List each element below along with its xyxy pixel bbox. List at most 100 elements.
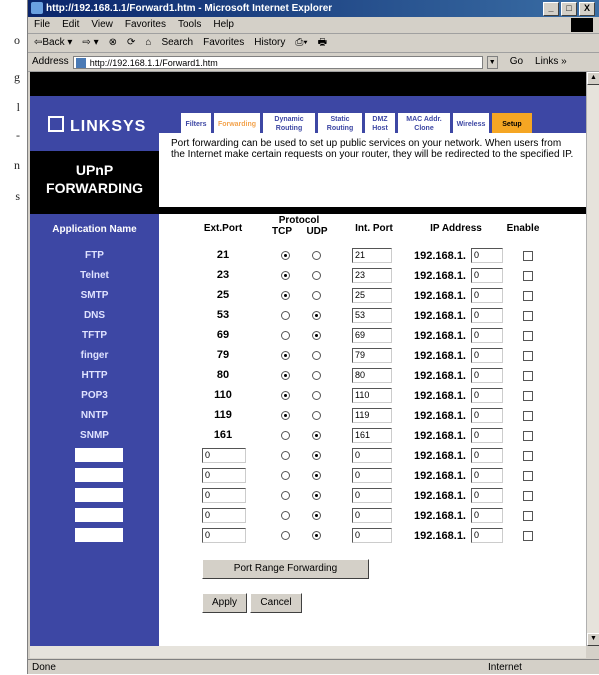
links-button[interactable]: Links »: [535, 53, 567, 71]
ext-port-input[interactable]: 0: [202, 528, 246, 543]
tab-static-routing[interactable]: Static Routing: [318, 113, 362, 135]
custom-app-name-input[interactable]: [75, 448, 123, 462]
udp-radio[interactable]: [312, 491, 321, 500]
udp-radio[interactable]: [312, 511, 321, 520]
menu-view[interactable]: View: [91, 17, 113, 33]
tcp-radio[interactable]: [281, 451, 290, 460]
int-port-input[interactable]: 79: [352, 348, 392, 363]
int-port-input[interactable]: 23: [352, 268, 392, 283]
udp-radio[interactable]: [312, 351, 321, 360]
tab-mac-clone[interactable]: MAC Addr. Clone: [398, 113, 450, 135]
favorites-button[interactable]: Favorites: [203, 34, 244, 52]
int-port-input[interactable]: 161: [352, 428, 392, 443]
tcp-radio[interactable]: [281, 411, 290, 420]
udp-radio[interactable]: [312, 411, 321, 420]
udp-radio[interactable]: [312, 311, 321, 320]
enable-checkbox[interactable]: [523, 411, 533, 421]
int-port-input[interactable]: 0: [352, 528, 392, 543]
print-icon[interactable]: 🖶: [318, 34, 327, 52]
enable-checkbox[interactable]: [523, 511, 533, 521]
menu-help[interactable]: Help: [213, 17, 234, 33]
tcp-radio[interactable]: [281, 371, 290, 380]
ip-last-octet-input[interactable]: 0: [471, 368, 503, 383]
tcp-radio[interactable]: [281, 471, 290, 480]
address-dropdown[interactable]: ▼: [486, 55, 498, 69]
tcp-radio[interactable]: [281, 351, 290, 360]
tcp-radio[interactable]: [281, 511, 290, 520]
ip-last-octet-input[interactable]: 0: [471, 348, 503, 363]
enable-checkbox[interactable]: [523, 391, 533, 401]
ip-last-octet-input[interactable]: 0: [471, 448, 503, 463]
udp-radio[interactable]: [312, 291, 321, 300]
udp-radio[interactable]: [312, 451, 321, 460]
enable-checkbox[interactable]: [523, 311, 533, 321]
ip-last-octet-input[interactable]: 0: [471, 268, 503, 283]
custom-app-name-input[interactable]: [75, 508, 123, 522]
tcp-radio[interactable]: [281, 331, 290, 340]
forward-button[interactable]: ⇨ ▾: [82, 34, 98, 52]
udp-radio[interactable]: [312, 371, 321, 380]
udp-radio[interactable]: [312, 391, 321, 400]
close-button[interactable]: X: [579, 2, 595, 16]
ip-last-octet-input[interactable]: 0: [471, 308, 503, 323]
enable-checkbox[interactable]: [523, 271, 533, 281]
apply-button[interactable]: Apply: [202, 593, 247, 613]
int-port-input[interactable]: 21: [352, 248, 392, 263]
menu-file[interactable]: File: [34, 17, 50, 33]
tcp-radio[interactable]: [281, 431, 290, 440]
tab-forwarding[interactable]: Forwarding: [214, 113, 260, 135]
port-range-forwarding-button[interactable]: Port Range Forwarding: [202, 559, 369, 579]
ip-last-octet-input[interactable]: 0: [471, 528, 503, 543]
int-port-input[interactable]: 53: [352, 308, 392, 323]
address-input[interactable]: http://192.168.1.1/Forward1.htm: [72, 55, 483, 69]
menu-tools[interactable]: Tools: [178, 17, 201, 33]
int-port-input[interactable]: 110: [352, 388, 392, 403]
menu-favorites[interactable]: Favorites: [125, 17, 166, 33]
custom-app-name-input[interactable]: [75, 468, 123, 482]
custom-app-name-input[interactable]: [75, 528, 123, 542]
int-port-input[interactable]: 119: [352, 408, 392, 423]
ip-last-octet-input[interactable]: 0: [471, 328, 503, 343]
ip-last-octet-input[interactable]: 0: [471, 428, 503, 443]
enable-checkbox[interactable]: [523, 531, 533, 541]
refresh-icon[interactable]: ⟳: [127, 34, 135, 52]
tcp-radio[interactable]: [281, 311, 290, 320]
enable-checkbox[interactable]: [523, 491, 533, 501]
int-port-input[interactable]: 80: [352, 368, 392, 383]
ext-port-input[interactable]: 0: [202, 508, 246, 523]
enable-checkbox[interactable]: [523, 351, 533, 361]
tcp-radio[interactable]: [281, 291, 290, 300]
vertical-scrollbar[interactable]: ▲ ▼: [586, 72, 599, 646]
int-port-input[interactable]: 0: [352, 468, 392, 483]
tcp-radio[interactable]: [281, 271, 290, 280]
back-button[interactable]: ⇦Back ▾: [34, 34, 72, 52]
go-button[interactable]: Go: [510, 53, 523, 71]
search-button[interactable]: Search: [161, 34, 193, 52]
tab-wireless[interactable]: Wireless: [453, 113, 489, 135]
udp-radio[interactable]: [312, 251, 321, 260]
enable-checkbox[interactable]: [523, 251, 533, 261]
ip-last-octet-input[interactable]: 0: [471, 468, 503, 483]
menu-edit[interactable]: Edit: [62, 17, 79, 33]
udp-radio[interactable]: [312, 271, 321, 280]
enable-checkbox[interactable]: [523, 291, 533, 301]
ip-last-octet-input[interactable]: 0: [471, 408, 503, 423]
ip-last-octet-input[interactable]: 0: [471, 488, 503, 503]
tcp-radio[interactable]: [281, 391, 290, 400]
tab-dynamic-routing[interactable]: Dynamic Routing: [263, 113, 315, 135]
int-port-input[interactable]: 69: [352, 328, 392, 343]
enable-checkbox[interactable]: [523, 431, 533, 441]
tab-filters[interactable]: Filters: [181, 113, 211, 135]
ip-last-octet-input[interactable]: 0: [471, 288, 503, 303]
tab-dmz-host[interactable]: DMZ Host: [365, 113, 395, 135]
mail-icon[interactable]: ⎙▾: [295, 34, 307, 52]
tab-setup[interactable]: Setup: [492, 113, 532, 135]
int-port-input[interactable]: 25: [352, 288, 392, 303]
udp-radio[interactable]: [312, 431, 321, 440]
cancel-button[interactable]: Cancel: [250, 593, 302, 613]
stop-icon[interactable]: ⊗: [109, 34, 117, 52]
tcp-radio[interactable]: [281, 531, 290, 540]
maximize-button[interactable]: □: [561, 2, 577, 16]
home-icon[interactable]: ⌂: [145, 34, 151, 52]
scroll-down-icon[interactable]: ▼: [587, 633, 599, 646]
